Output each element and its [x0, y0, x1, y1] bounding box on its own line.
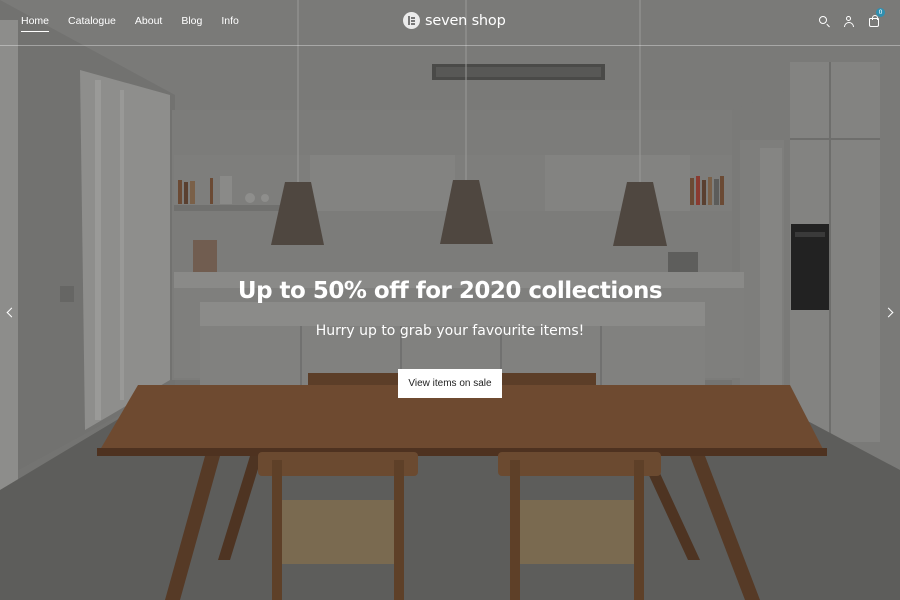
nav-item-catalogue[interactable]: Catalogue: [68, 15, 116, 32]
site-header: Home Catalogue About Blog Info seven sho…: [0, 0, 900, 46]
account-button[interactable]: [843, 15, 855, 27]
cart-count-badge: 0: [876, 8, 885, 17]
user-icon: [846, 16, 851, 21]
nav-item-home[interactable]: Home: [21, 15, 50, 32]
main-nav: Home Catalogue About Blog Info: [21, 15, 239, 32]
nav-item-about[interactable]: About: [135, 15, 162, 32]
nav-item-info[interactable]: Info: [221, 15, 239, 32]
header-icons: 0: [818, 8, 885, 27]
view-sale-items-button[interactable]: View items on sale: [398, 369, 502, 398]
cart-button[interactable]: 0: [868, 8, 885, 27]
brand-name: seven shop: [425, 12, 506, 29]
cart-icon: [869, 15, 879, 27]
logo-mark-icon: [403, 12, 420, 29]
hero-headline: Up to 50% off for 2020 collections: [237, 278, 663, 304]
chevron-left-icon: [6, 307, 17, 318]
chevron-right-icon: [883, 307, 894, 318]
search-icon: [819, 16, 827, 24]
slider-prev-button[interactable]: [5, 306, 17, 320]
site-logo[interactable]: seven shop: [403, 12, 506, 29]
search-button[interactable]: [818, 15, 830, 27]
hero-subline: Hurry up to grab your favourite items!: [315, 323, 585, 339]
nav-item-blog[interactable]: Blog: [181, 15, 202, 32]
slider-next-button[interactable]: [883, 306, 895, 320]
